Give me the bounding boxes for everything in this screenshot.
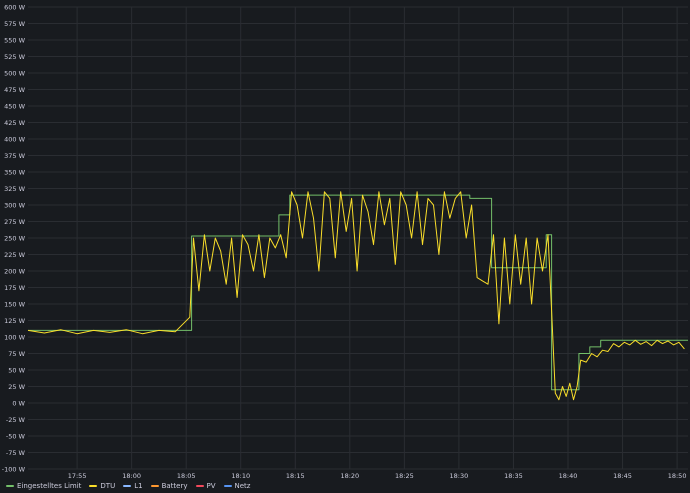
- y-tick-label: 300 W: [4, 201, 25, 209]
- y-tick-label: 475 W: [4, 86, 25, 94]
- legend-swatch: [223, 485, 232, 487]
- legend-swatch: [123, 485, 132, 487]
- chart-series: [27, 191, 688, 401]
- series-line-eingestelltes-limit: [28, 194, 688, 391]
- legend-label: Battery: [161, 482, 188, 490]
- x-tick-label: 18:00: [122, 472, 141, 480]
- x-tick-label: 18:30: [450, 472, 469, 480]
- y-tick-label: 250 W: [4, 234, 25, 242]
- y-tick-label: 575 W: [4, 20, 25, 28]
- power-chart: -100 W -75 W -50 W -25 W 0 W 25 W 50 W 75 W 100 …: [2, 3, 688, 480]
- chart-legend: Eingestelltes Limit DTU L1 Battery PV Netz: [6, 480, 250, 492]
- x-tick-label: 18:35: [504, 472, 523, 480]
- legend-label: L1: [134, 482, 143, 490]
- legend-item-dtu[interactable]: DTU: [89, 482, 115, 490]
- y-tick-label: 325 W: [4, 185, 25, 193]
- series-line-dtu: [27, 191, 685, 401]
- y-tick-label: 100 W: [4, 333, 25, 341]
- y-tick-label: 50 W: [8, 366, 25, 374]
- y-tick-label: -50 W: [6, 432, 26, 440]
- legend-label: DTU: [100, 482, 116, 490]
- x-tick-label: 18:15: [286, 472, 305, 480]
- legend-item-pv[interactable]: PV: [195, 482, 216, 490]
- y-tick-label: 350 W: [4, 168, 25, 176]
- x-tick-label: 18:05: [177, 472, 196, 480]
- x-tick-label: 18:50: [668, 472, 687, 480]
- y-tick-label: 500 W: [4, 69, 25, 77]
- legend-label: Eingestelltes Limit: [17, 482, 82, 490]
- y-tick-label: 600 W: [4, 3, 25, 11]
- chart-grid: [28, 6, 688, 470]
- y-tick-label: 450 W: [4, 102, 25, 110]
- y-tick-label: 0 W: [12, 399, 25, 407]
- y-axis: -100 W -75 W -50 W -25 W 0 W 25 W 50 W 75 W 100 …: [2, 3, 26, 473]
- y-tick-label: -25 W: [6, 416, 26, 424]
- x-tick-label: 18:40: [559, 472, 578, 480]
- x-tick-label: 18:45: [613, 472, 632, 480]
- y-tick-label: 150 W: [4, 300, 25, 308]
- x-tick-label: 18:10: [231, 472, 250, 480]
- legend-swatch: [6, 485, 14, 487]
- x-axis: 17:55 18:00 18:05 18:10 18:15 18:20 18:25 18:30…: [68, 472, 687, 480]
- y-tick-label: 125 W: [4, 317, 25, 325]
- y-tick-label: 175 W: [4, 284, 25, 292]
- y-tick-label: 400 W: [4, 135, 25, 143]
- y-tick-label: 425 W: [4, 119, 25, 127]
- legend-item-battery[interactable]: Battery: [150, 482, 188, 490]
- legend-label: PV: [206, 482, 216, 490]
- x-tick-label: 18:25: [395, 472, 414, 480]
- y-tick-label: 75 W: [8, 350, 25, 358]
- y-tick-label: -100 W: [2, 465, 26, 473]
- y-tick-label: 25 W: [8, 383, 25, 391]
- x-tick-label: 18:20: [340, 472, 359, 480]
- legend-label: Netz: [234, 482, 251, 490]
- y-tick-label: 375 W: [4, 152, 25, 160]
- legend-swatch: [150, 485, 159, 487]
- y-tick-label: 525 W: [4, 53, 25, 61]
- y-tick-label: 275 W: [4, 218, 25, 226]
- y-tick-label: 200 W: [4, 267, 25, 275]
- legend-item-l1[interactable]: L1: [123, 482, 143, 490]
- legend-item-netz[interactable]: Netz: [223, 482, 251, 490]
- legend-swatch: [89, 485, 98, 487]
- y-tick-label: 225 W: [4, 251, 25, 259]
- y-tick-label: 550 W: [4, 36, 25, 44]
- legend-item-eingestelltes-limit[interactable]: Eingestelltes Limit: [6, 482, 81, 490]
- x-tick-label: 17:55: [68, 472, 87, 480]
- y-tick-label: -75 W: [6, 449, 26, 457]
- legend-swatch: [195, 485, 204, 487]
